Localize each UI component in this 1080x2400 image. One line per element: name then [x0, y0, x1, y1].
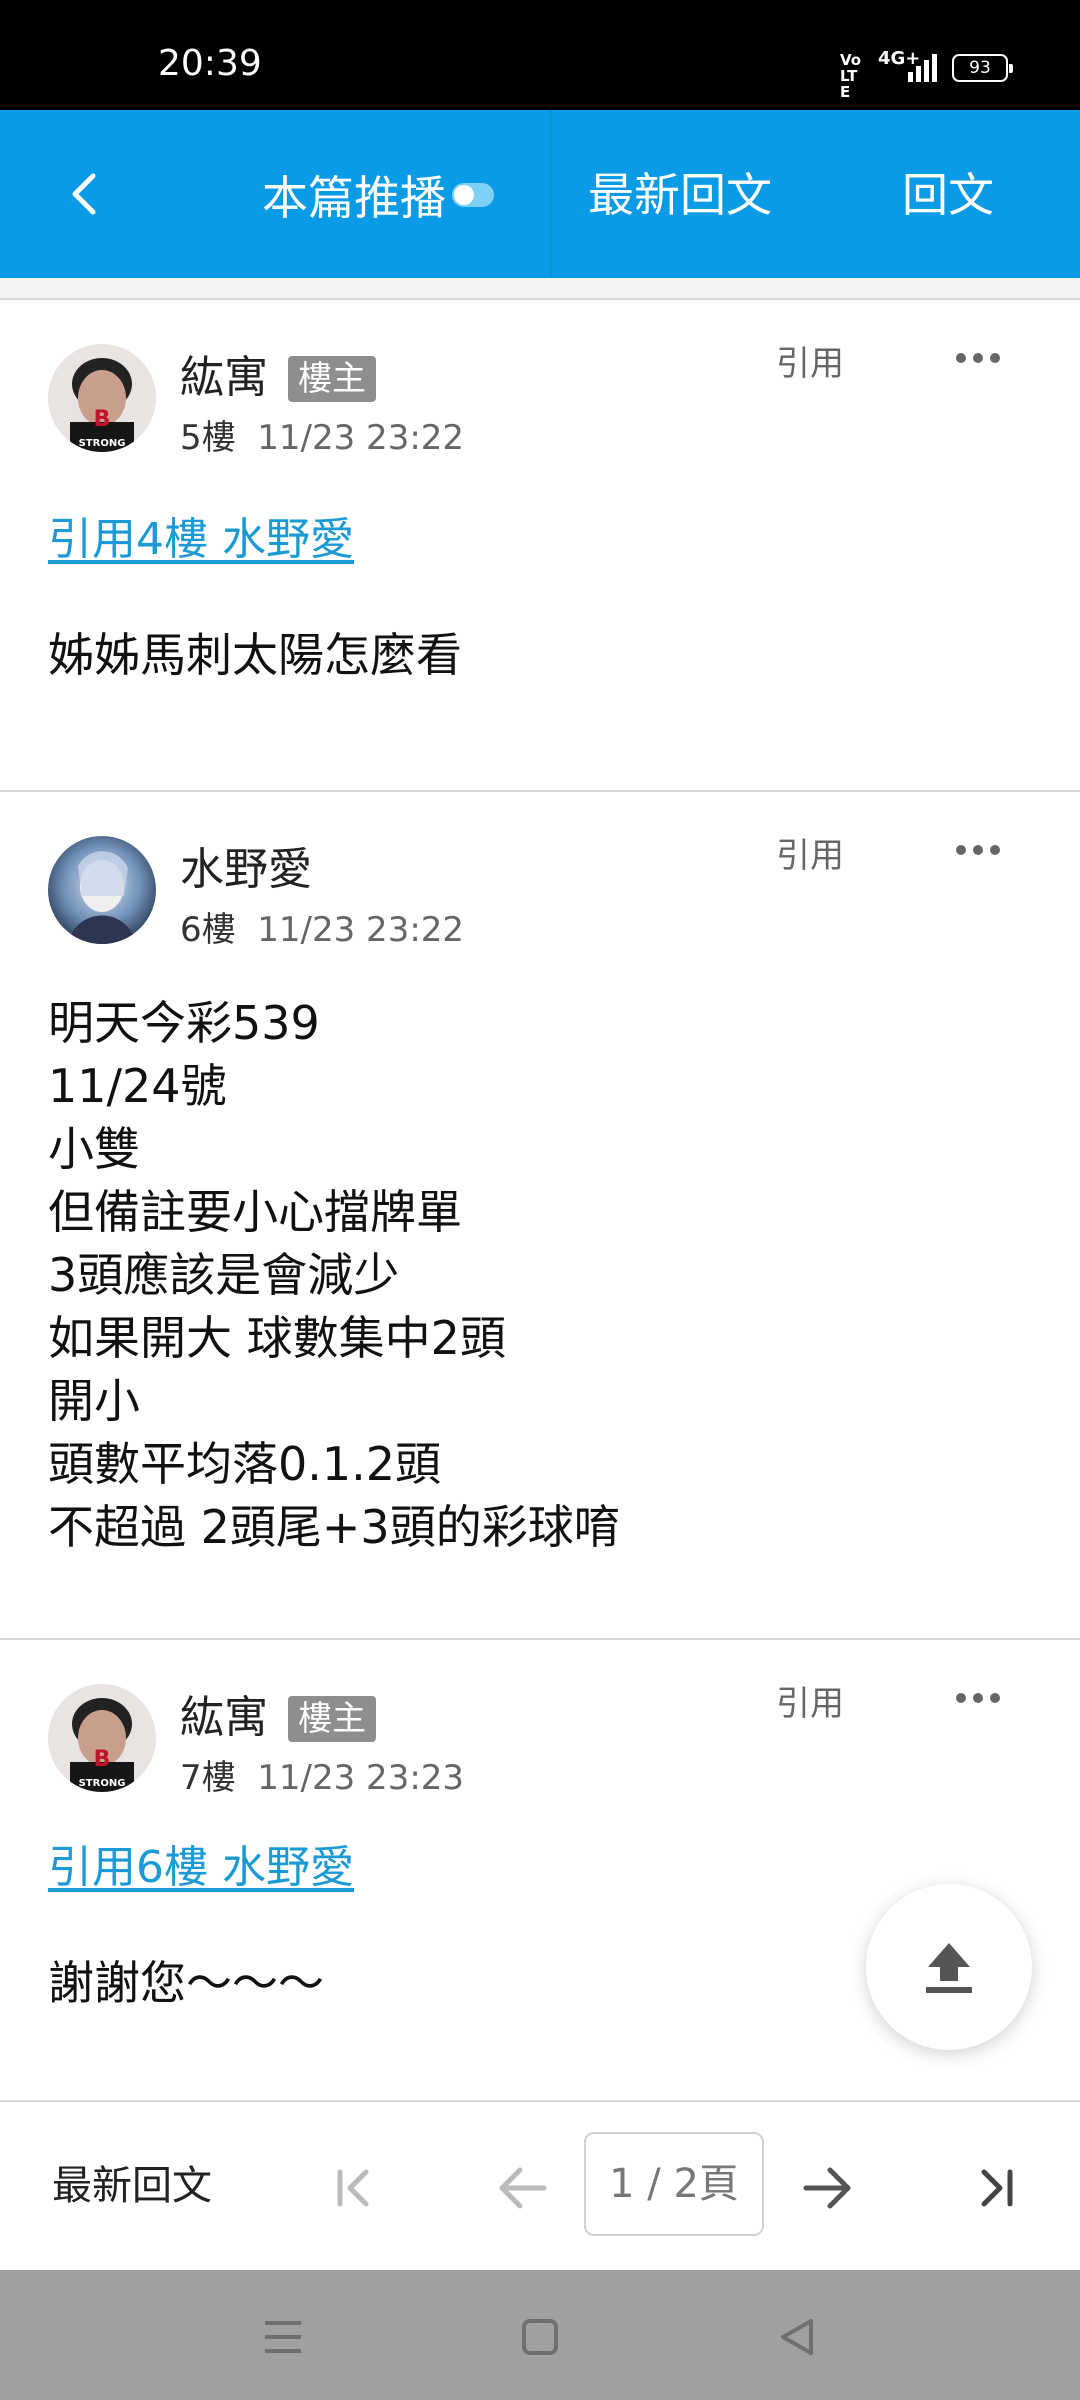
first-page-button[interactable]: [322, 2156, 386, 2220]
post-meta: 7樓 11/23 23:23: [180, 1758, 464, 1798]
author-name[interactable]: 紘寓: [180, 350, 268, 406]
body-line: 3頭應該是會減少: [48, 1248, 400, 1302]
system-nav-bar: [0, 2270, 1080, 2400]
pagination-bar: 最新回文 1 / 2頁: [0, 2100, 1080, 2270]
signal-icon: [906, 52, 942, 86]
quote-button[interactable]: 引用: [776, 1684, 844, 1724]
post-body: 明天今彩539 11/24號 小雙 但備註要小心擋牌單 3頭應該是會減少 如果開…: [48, 992, 620, 1559]
page-selector[interactable]: 1 / 2頁: [584, 2132, 764, 2236]
topbar-divider: [550, 110, 552, 278]
owner-badge: 樓主: [288, 356, 376, 402]
system-back-button[interactable]: [772, 2312, 822, 2362]
more-icon[interactable]: [956, 348, 1000, 368]
chevron-left-icon: [72, 173, 96, 215]
reply-button[interactable]: 回文: [902, 160, 994, 230]
square-icon: [522, 2319, 558, 2355]
first-page-icon: [337, 2169, 369, 2207]
menu-icon: [265, 2321, 301, 2353]
body-line: 如果開大 球數集中2頭: [48, 1311, 506, 1365]
floor-number: 5樓: [180, 418, 236, 458]
quote-link[interactable]: 引用6樓 水野愛: [48, 1840, 354, 1896]
post-body: 謝謝您～～～: [48, 1956, 324, 2010]
quote-button[interactable]: 引用: [776, 344, 844, 384]
tab-latest-replies[interactable]: 最新回文: [588, 160, 772, 230]
status-time: 20:39: [158, 43, 262, 84]
divider: [0, 278, 1080, 300]
body-line: 小雙: [48, 1122, 140, 1176]
arrow-left-icon: [499, 2167, 547, 2209]
author-name[interactable]: 水野愛: [180, 842, 312, 898]
avatar[interactable]: B STRONG: [48, 1684, 156, 1792]
owner-badge: 樓主: [288, 1696, 376, 1742]
volte-indicator: Vo LTE: [840, 51, 862, 101]
battery-icon: 93: [952, 54, 1013, 82]
post-time: 11/23 23:22: [257, 910, 465, 950]
svg-text:STRONG: STRONG: [79, 1778, 126, 1789]
post-body: 姊姊馬刺太陽怎麼看: [48, 628, 462, 682]
latest-replies-button[interactable]: 最新回文: [52, 2158, 212, 2214]
scroll-to-top-button[interactable]: [866, 1884, 1032, 2050]
back-button[interactable]: [52, 162, 116, 226]
status-bar: 20:39 Vo LTE 4G+ 93: [0, 0, 1080, 110]
home-button[interactable]: [515, 2312, 565, 2362]
author-name[interactable]: 紘寓: [180, 1690, 268, 1746]
push-label: 本篇推播: [262, 171, 446, 225]
last-page-icon: [981, 2169, 1013, 2207]
body-line: 不超過 2頭尾+3頭的彩球唷: [48, 1500, 620, 1554]
quote-button[interactable]: 引用: [776, 836, 844, 876]
more-icon[interactable]: [956, 1688, 1000, 1708]
body-line: 但備註要小心擋牌單: [48, 1185, 462, 1239]
floor-number: 7樓: [180, 1758, 236, 1798]
quote-link[interactable]: 引用4樓 水野愛: [48, 512, 354, 568]
body-line: 明天今彩539: [48, 996, 320, 1050]
floor-number: 6樓: [180, 910, 236, 950]
post-item: 水野愛 6樓 11/23 23:22 引用 明天今彩539 11/24號 小雙 …: [0, 790, 1080, 1638]
post-item: B STRONG 紘寓 樓主 5樓 11/23 23:22 引用 引用4樓 水野…: [0, 298, 1080, 790]
upload-arrow-icon: [926, 1943, 972, 1993]
triangle-back-icon: [781, 2319, 813, 2355]
next-page-button[interactable]: [796, 2156, 860, 2220]
post-time: 11/23 23:22: [257, 418, 465, 458]
body-line: 頭數平均落0.1.2頭: [48, 1437, 442, 1491]
last-page-button[interactable]: [964, 2156, 1028, 2220]
svg-text:STRONG: STRONG: [79, 438, 126, 449]
body-line: 開小: [48, 1374, 140, 1428]
svg-text:B: B: [94, 1747, 111, 1772]
top-app-bar: 本篇推播 最新回文 回文: [0, 110, 1080, 278]
push-toggle[interactable]: [452, 183, 494, 207]
post-meta: 5樓 11/23 23:22: [180, 418, 464, 458]
prev-page-button[interactable]: [490, 2156, 554, 2220]
avatar[interactable]: [48, 836, 156, 944]
svg-text:B: B: [94, 407, 111, 432]
menu-button[interactable]: [258, 2312, 308, 2362]
body-line: 11/24號: [48, 1059, 227, 1113]
more-icon[interactable]: [956, 840, 1000, 860]
avatar[interactable]: B STRONG: [48, 344, 156, 452]
post-meta: 6樓 11/23 23:22: [180, 910, 464, 950]
post-time: 11/23 23:23: [257, 1758, 465, 1798]
arrow-right-icon: [803, 2167, 851, 2209]
tab-push-notify[interactable]: 本篇推播: [262, 160, 494, 230]
